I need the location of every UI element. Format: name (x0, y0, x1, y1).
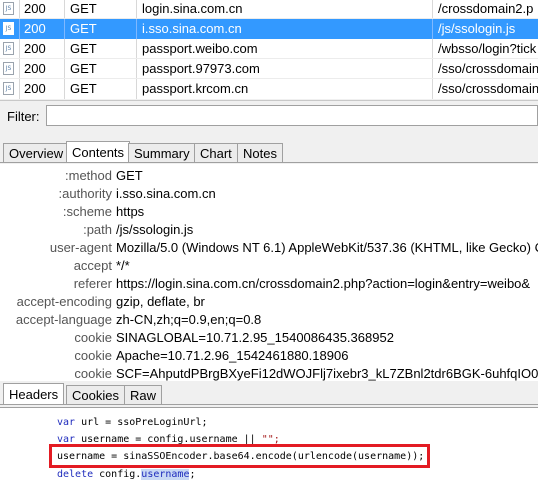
header-row: user-agent Mozilla/5.0 (Windows NT 6.1) A… (0, 239, 538, 257)
method-cell: GET (70, 41, 97, 56)
header-name: cookie (74, 330, 112, 345)
code-line: var url = ssoPreLoginUrl; (57, 417, 208, 428)
header-value: https (116, 204, 145, 219)
header-value: SCF=AhputdPBrgBXyeFi12dWOJFlj7ixebr3_kL7… (116, 366, 538, 381)
host-cell: login.sina.com.cn (142, 1, 243, 16)
header-row: accept-language zh-CN,zh;q=0.9,en;q=0.8 (0, 311, 538, 329)
header-value: i.sso.sina.com.cn (116, 186, 216, 201)
filter-label: Filter: (7, 109, 40, 124)
header-value: */* (116, 258, 130, 273)
header-row: cookie SCF=AhputdPBrgBXyeFi12dWOJFlj7ixeb… (0, 365, 538, 381)
header-name: cookie (74, 366, 112, 381)
filter-input[interactable] (46, 105, 538, 126)
header-row: cookie Apache=10.71.2.96_1542461880.18906 (0, 347, 538, 365)
status-cell: 200 (24, 81, 46, 96)
header-name: accept-language (15, 312, 112, 327)
method-cell: GET (70, 21, 97, 36)
tab-cookies[interactable]: Cookies (66, 385, 125, 404)
header-row: :scheme https (0, 203, 538, 221)
js-file-icon: JS (3, 22, 14, 35)
host-cell: i.sso.sina.com.cn (142, 21, 242, 36)
header-row: cookie SINAGLOBAL=10.71.2.95_1540086435.3… (0, 329, 538, 347)
tab-chart[interactable]: Chart (194, 143, 238, 162)
header-name: user-agent (49, 240, 112, 255)
host-cell: passport.krcom.cn (142, 81, 249, 96)
request-row[interactable]: JS 200 GET passport.krcom.cn /sso/crossd… (0, 79, 538, 99)
tab-notes[interactable]: Notes (237, 143, 283, 162)
tab-contents[interactable]: Contents (66, 141, 131, 163)
headers-panel: :method GET :authority i.sso.sina.com.cn :… (0, 164, 538, 381)
search-highlight: username (141, 469, 190, 480)
header-value: GET (116, 168, 143, 183)
status-cell: 200 (24, 41, 46, 56)
request-list: JS 200 GET login.sina.com.cn /crossdomai… (0, 0, 538, 99)
method-cell: GET (70, 61, 97, 76)
header-row: referer https://login.sina.com.cn/crossdo… (0, 275, 538, 293)
header-name: cookie (74, 348, 112, 363)
annotation-box (49, 444, 430, 468)
header-value: /js/ssologin.js (116, 222, 194, 237)
js-file-icon: JS (3, 62, 14, 75)
tab-overview[interactable]: Overview (3, 143, 70, 162)
header-row: accept */* (0, 257, 538, 275)
header-value: Mozilla/5.0 (Windows NT 6.1) AppleWebKit… (116, 240, 538, 255)
header-row: :path/js/ssologin.js (0, 221, 538, 239)
host-cell: passport.97973.com (142, 61, 260, 76)
header-value: zh-CN,zh;q=0.9,en;q=0.8 (116, 312, 262, 327)
inspector-tabs: Overview Contents Summary Chart Notes (0, 141, 538, 163)
path-cell: /sso/crossdomain (438, 81, 538, 96)
header-row: accept-encoding gzip, deflate, br (0, 293, 538, 311)
path-cell: /js/ssologin.js (438, 21, 516, 36)
header-row: :authority i.sso.sina.com.cn (0, 185, 538, 203)
path-cell: /sso/crossdomain (438, 61, 538, 76)
request-row[interactable]: JS 200 GET passport.97973.com /sso/cross… (0, 59, 538, 79)
method-cell: GET (70, 1, 97, 16)
js-file-icon: JS (3, 2, 14, 15)
status-cell: 200 (24, 1, 46, 16)
header-value: SINAGLOBAL=10.71.2.95_1540086435.368952 (116, 330, 394, 345)
js-file-icon: JS (3, 82, 14, 95)
path-cell: /wbsso/login?tick (438, 41, 537, 56)
body-view-tabs: Headers Cookies Raw (0, 383, 538, 405)
host-cell: passport.weibo.com (142, 41, 258, 56)
header-value: gzip, deflate, br (116, 294, 205, 309)
request-row[interactable]: JS 200 GET passport.weibo.com /wbsso/log… (0, 39, 538, 59)
header-name: :authority (58, 186, 112, 201)
js-file-icon: JS (3, 42, 14, 55)
request-row[interactable]: JS 200 GET login.sina.com.cn /crossdomai… (0, 0, 538, 19)
header-name: accept-encoding (16, 294, 112, 309)
header-name: referer (73, 276, 112, 291)
tab-raw[interactable]: Raw (124, 385, 163, 404)
request-row-selected[interactable]: JS 200 GET i.sso.sina.com.cn /js/ssologi… (0, 19, 538, 39)
tab-summary[interactable]: Summary (128, 143, 196, 162)
header-value: https://login.sina.com.cn/crossdomain2.p… (116, 276, 531, 291)
header-name: :scheme (62, 204, 112, 219)
code-line: delete config.username; (57, 469, 196, 480)
path-cell: /crossdomain2.p (438, 1, 534, 16)
filter-bar: Filter: (0, 100, 538, 131)
header-row: :method GET (0, 167, 538, 185)
method-cell: GET (70, 81, 97, 96)
header-name: accept (73, 258, 112, 273)
tab-headers[interactable]: Headers (3, 383, 65, 405)
header-value: Apache=10.71.2.96_1542461880.18906 (116, 348, 349, 363)
status-cell: 200 (24, 21, 46, 36)
header-name: :path (83, 222, 112, 237)
status-cell: 200 (24, 61, 46, 76)
header-name: :method (65, 168, 112, 183)
